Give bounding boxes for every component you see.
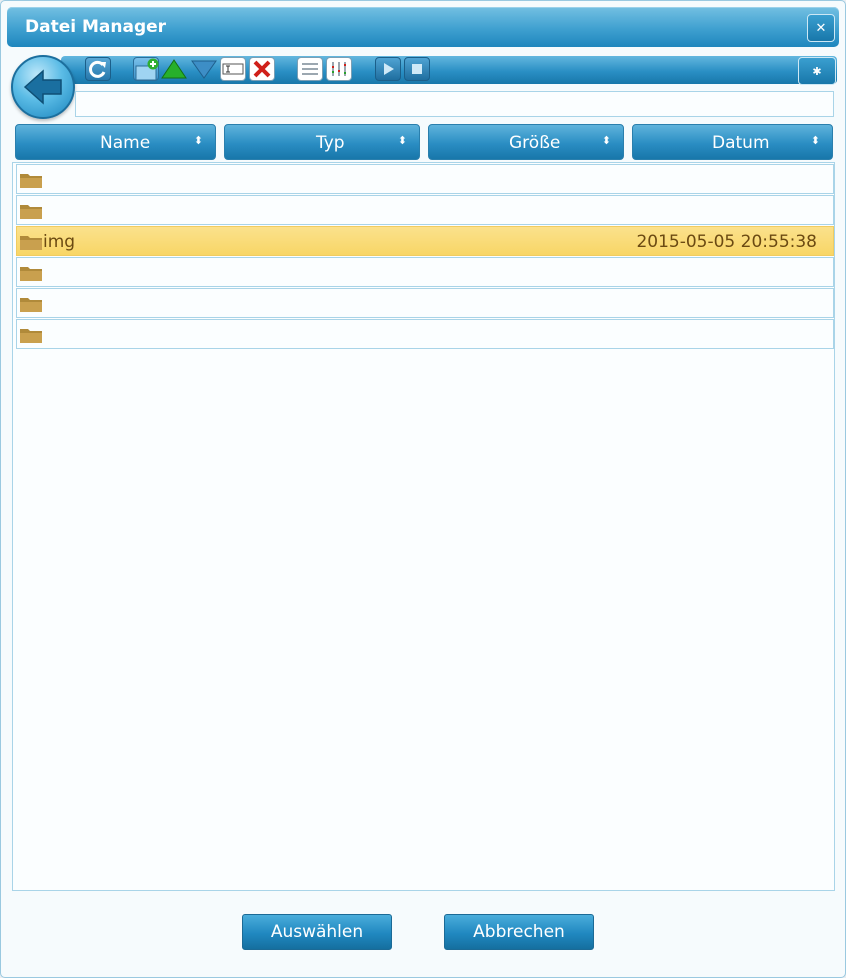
column-header-size[interactable]: Größe ⬍: [428, 124, 624, 160]
column-header-date[interactable]: Datum ⬍: [632, 124, 833, 160]
file-list: img 2015-05-05 20:55:38: [12, 162, 835, 891]
close-button[interactable]: ✕: [807, 14, 835, 42]
new-folder-icon[interactable]: [133, 57, 159, 81]
gear-icon: ✱: [812, 64, 822, 78]
column-header-type[interactable]: Typ ⬍: [224, 124, 420, 160]
folder-icon: [20, 236, 42, 250]
details-view-icon[interactable]: [326, 57, 352, 81]
cancel-button[interactable]: Abbrechen: [444, 914, 594, 950]
column-header-name[interactable]: Name ⬍: [15, 124, 216, 160]
rename-icon[interactable]: [220, 57, 246, 81]
back-arrow-icon: [23, 69, 62, 105]
back-button[interactable]: [11, 55, 75, 119]
play-icon[interactable]: [375, 57, 401, 81]
stop-icon[interactable]: [404, 57, 430, 81]
folder-icon: [20, 174, 42, 188]
folder-icon: [20, 329, 42, 343]
title-bar[interactable]: Datei Manager ✕: [7, 7, 839, 47]
delete-icon[interactable]: [249, 57, 275, 81]
path-input[interactable]: [75, 91, 834, 117]
upload-icon[interactable]: [161, 57, 187, 81]
folder-icon: [20, 298, 42, 312]
list-item[interactable]: [16, 288, 834, 318]
list-item[interactable]: [16, 257, 834, 287]
download-icon[interactable]: [191, 57, 217, 81]
window-title: Datei Manager: [25, 17, 167, 37]
column-header-label: Name: [100, 133, 151, 153]
sort-icon: ⬍: [193, 134, 203, 147]
sort-icon: ⬍: [397, 134, 407, 147]
folder-icon: [20, 267, 42, 281]
list-item[interactable]: [16, 195, 834, 225]
settings-button[interactable]: ✱: [798, 57, 836, 85]
close-icon: ✕: [815, 20, 827, 36]
list-item-selected[interactable]: img 2015-05-05 20:55:38: [16, 226, 834, 256]
folder-icon: [20, 205, 42, 219]
file-name: img: [43, 232, 76, 252]
sort-icon: ⬍: [810, 134, 820, 147]
file-manager-dialog: Datei Manager ✕ ✱ Name ⬍ Typ ⬍ Größe ⬍ D…: [0, 0, 846, 978]
column-header-label: Größe: [509, 133, 561, 153]
column-header-label: Typ: [316, 133, 345, 153]
select-button[interactable]: Auswählen: [242, 914, 392, 950]
column-header-label: Datum: [712, 133, 770, 153]
sort-icon: ⬍: [601, 134, 611, 147]
list-item[interactable]: [16, 319, 834, 349]
list-item[interactable]: [16, 164, 834, 194]
file-date: 2015-05-05 20:55:38: [636, 232, 817, 252]
list-view-icon[interactable]: [297, 57, 323, 81]
refresh-icon[interactable]: [85, 57, 111, 81]
